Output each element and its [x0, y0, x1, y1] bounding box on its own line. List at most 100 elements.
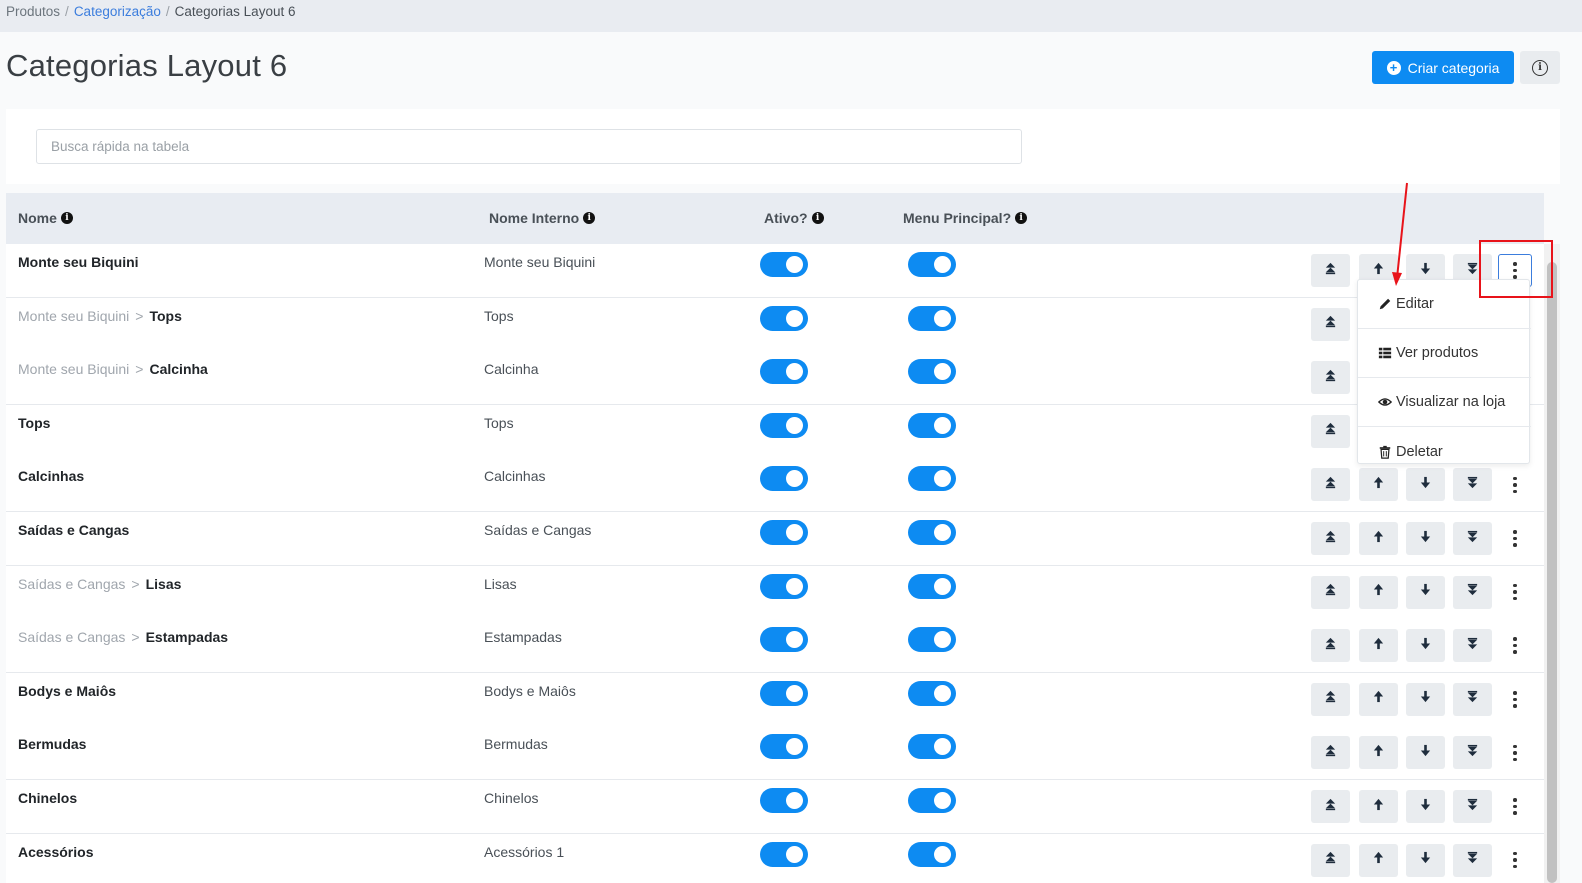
- move-up-button[interactable]: [1359, 629, 1398, 663]
- active-toggle[interactable]: [760, 359, 808, 385]
- move-top-button[interactable]: [1311, 361, 1350, 395]
- move-up-button[interactable]: [1359, 575, 1398, 609]
- move-bottom-button[interactable]: [1453, 522, 1492, 555]
- active-toggle[interactable]: [760, 841, 808, 867]
- toggle-knob: [934, 792, 951, 809]
- search-input[interactable]: [36, 129, 1022, 164]
- main-menu-toggle[interactable]: [908, 788, 956, 813]
- main-menu-toggle[interactable]: [908, 680, 956, 706]
- move-down-button[interactable]: [1406, 682, 1445, 716]
- main-menu-toggle[interactable]: [908, 520, 956, 545]
- active-toggle[interactable]: [760, 788, 808, 813]
- move-bottom-button[interactable]: [1453, 843, 1492, 877]
- row-actions-button[interactable]: [1498, 790, 1532, 823]
- column-header-ativo[interactable]: Ativo? i: [764, 210, 824, 226]
- dropdown-item-visualizar-na-loja[interactable]: Visualizar na loja: [1358, 378, 1531, 427]
- move-top-button[interactable]: [1311, 254, 1350, 287]
- move-up-button[interactable]: [1359, 843, 1398, 877]
- move-bottom-button[interactable]: [1453, 629, 1492, 663]
- active-toggle[interactable]: [760, 252, 808, 277]
- move-down-button[interactable]: [1406, 736, 1445, 770]
- row-actions-button[interactable]: [1498, 522, 1532, 555]
- move-top-button[interactable]: [1311, 790, 1350, 823]
- row-actions-button[interactable]: [1498, 629, 1532, 662]
- main-menu-toggle[interactable]: [908, 573, 956, 599]
- toggle-knob: [786, 309, 803, 327]
- active-toggle[interactable]: [760, 412, 808, 438]
- move-top-button[interactable]: [1311, 736, 1350, 770]
- move-down-button[interactable]: [1406, 522, 1445, 555]
- active-toggle[interactable]: [760, 305, 808, 331]
- info-icon[interactable]: i: [583, 212, 596, 224]
- move-bottom-button[interactable]: [1453, 790, 1492, 823]
- move-top-button[interactable]: [1311, 682, 1350, 716]
- move-bottom-button[interactable]: [1453, 736, 1492, 770]
- scrollbar-thumb[interactable]: [1547, 262, 1557, 883]
- category-name: Estampadas: [145, 629, 229, 646]
- column-header-label: Ativo?: [764, 210, 808, 226]
- kebab-icon: [1513, 637, 1517, 654]
- active-toggle[interactable]: [760, 680, 808, 706]
- name-cell: Monte seu Biquini > Tops: [18, 308, 182, 324]
- move-top-button[interactable]: [1311, 843, 1350, 877]
- row-actions-button[interactable]: [1498, 736, 1532, 769]
- move-up-button[interactable]: [1359, 682, 1398, 716]
- move-up-icon: [1372, 583, 1385, 601]
- move-down-button[interactable]: [1406, 843, 1445, 877]
- move-down-button[interactable]: [1406, 629, 1445, 663]
- table-row: Calcinhas Calcinhas: [6, 458, 1544, 513]
- move-top-icon: [1324, 583, 1337, 601]
- move-top-button[interactable]: [1311, 414, 1350, 448]
- main-menu-toggle[interactable]: [908, 359, 956, 385]
- move-top-button[interactable]: [1311, 522, 1350, 555]
- info-icon[interactable]: i: [60, 212, 73, 224]
- main-menu-toggle[interactable]: [908, 412, 956, 438]
- category-name: Bodys e Maiôs: [18, 682, 117, 699]
- move-up-button[interactable]: [1359, 790, 1398, 823]
- name-cell: Bodys e Maiôs: [18, 683, 116, 699]
- info-icon[interactable]: i: [1015, 212, 1028, 224]
- info-icon[interactable]: i: [811, 212, 824, 224]
- pencil-icon: [1379, 298, 1391, 310]
- row-actions-button[interactable]: [1498, 683, 1532, 716]
- active-toggle[interactable]: [760, 734, 808, 760]
- main-menu-toggle[interactable]: [908, 841, 956, 867]
- move-top-button[interactable]: [1311, 468, 1350, 502]
- main-menu-toggle[interactable]: [908, 627, 956, 653]
- active-toggle[interactable]: [760, 573, 808, 599]
- breadcrumb-categorizacao[interactable]: Categorização: [74, 4, 161, 19]
- move-down-button[interactable]: [1406, 575, 1445, 609]
- create-category-button[interactable]: + Criar categoria: [1372, 51, 1514, 84]
- main-menu-toggle[interactable]: [908, 305, 956, 331]
- column-header-menu-principal[interactable]: Menu Principal? i: [903, 210, 1028, 226]
- row-actions-button[interactable]: [1498, 844, 1532, 877]
- category-name: Tops: [18, 414, 51, 431]
- move-bottom-button[interactable]: [1453, 682, 1492, 716]
- main-menu-toggle[interactable]: [908, 466, 956, 492]
- move-bottom-button[interactable]: [1453, 575, 1492, 609]
- column-header-nome-interno[interactable]: Nome Interno i: [489, 210, 596, 226]
- active-toggle[interactable]: [760, 627, 808, 653]
- toggle-knob: [934, 416, 951, 434]
- dropdown-item-deletar[interactable]: Deletar: [1358, 427, 1531, 476]
- column-header-nome[interactable]: Nome i: [18, 210, 73, 226]
- main-menu-toggle[interactable]: [908, 252, 956, 277]
- info-icon: i: [1532, 59, 1548, 76]
- move-up-button[interactable]: [1359, 736, 1398, 770]
- active-toggle[interactable]: [760, 466, 808, 492]
- main-menu-toggle[interactable]: [908, 734, 956, 760]
- info-button[interactable]: i: [1520, 51, 1560, 84]
- move-top-button[interactable]: [1311, 307, 1350, 341]
- move-down-icon: [1419, 744, 1432, 762]
- move-down-button[interactable]: [1406, 790, 1445, 823]
- move-top-button[interactable]: [1311, 575, 1350, 609]
- move-down-icon: [1419, 476, 1432, 494]
- dropdown-item-ver-produtos[interactable]: Ver produtos: [1358, 329, 1531, 378]
- move-up-icon: [1372, 690, 1385, 708]
- breadcrumb-produtos[interactable]: Produtos: [6, 4, 60, 19]
- active-toggle[interactable]: [760, 520, 808, 545]
- move-up-button[interactable]: [1359, 522, 1398, 555]
- move-top-button[interactable]: [1311, 629, 1350, 663]
- row-actions-button[interactable]: [1498, 576, 1532, 609]
- dropdown-item-editar[interactable]: Editar: [1358, 280, 1531, 329]
